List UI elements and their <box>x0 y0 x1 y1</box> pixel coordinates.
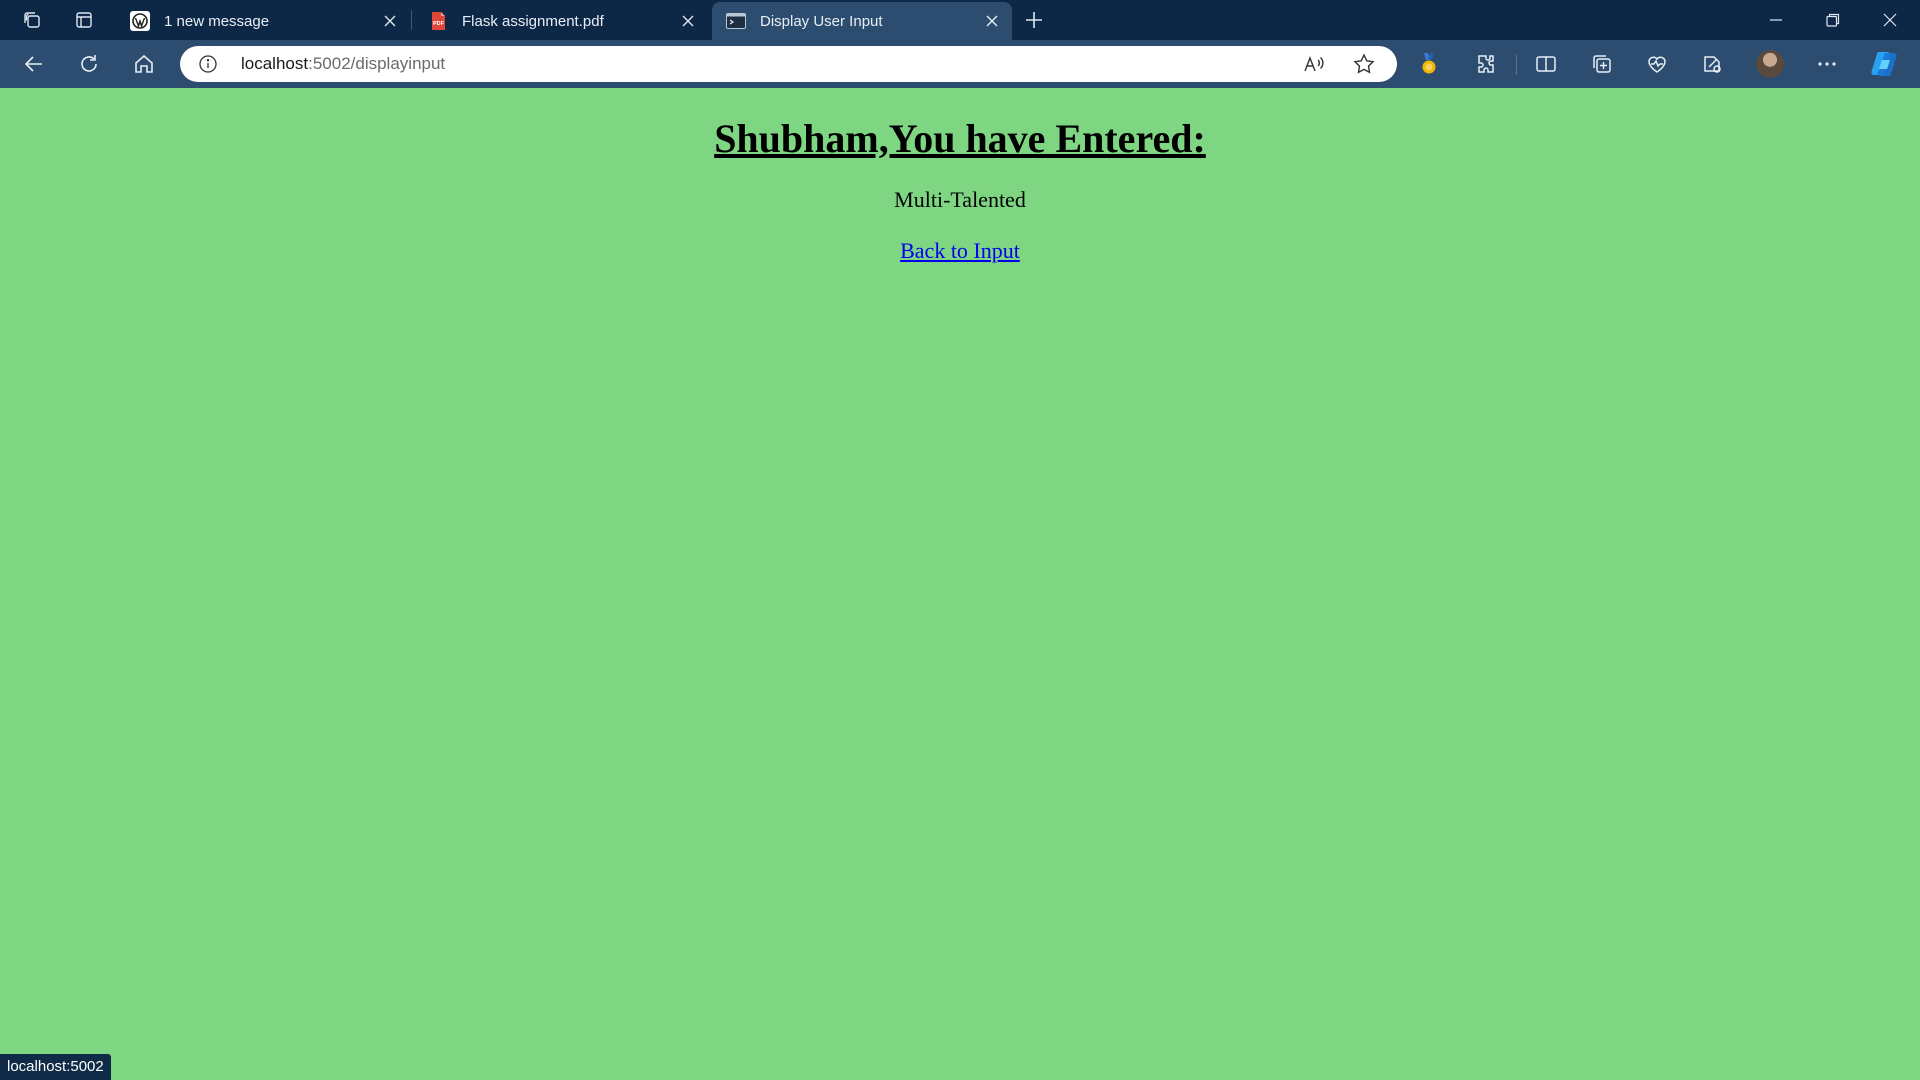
status-bar-url: localhost:5002 <box>0 1054 111 1080</box>
back-to-input-link[interactable]: Back to Input <box>900 238 1020 263</box>
back-link-container: Back to Input <box>0 238 1920 264</box>
tab-strip: 1 new message PDF Flask assignment.pdf D… <box>0 0 1920 40</box>
split-screen-icon[interactable] <box>1529 48 1563 80</box>
terminal-page-icon <box>726 11 746 31</box>
copilot-icon[interactable] <box>1868 48 1900 80</box>
rewards-medal-icon[interactable] <box>1412 48 1446 80</box>
url-path: :5002/displayinput <box>308 54 446 73</box>
home-button[interactable] <box>127 48 161 80</box>
close-tab-icon[interactable] <box>380 11 400 31</box>
close-tab-icon[interactable] <box>982 11 1002 31</box>
toolbar-separator <box>1516 55 1517 75</box>
refresh-button[interactable] <box>72 48 106 80</box>
url-host: localhost <box>241 54 309 73</box>
restore-button[interactable] <box>1805 0 1861 40</box>
back-button[interactable] <box>17 48 51 80</box>
tab-actions-icon[interactable] <box>68 6 100 34</box>
profile-avatar[interactable] <box>1756 50 1784 78</box>
browser-essentials-icon[interactable] <box>1640 48 1674 80</box>
tab-display-user-input[interactable]: Display User Input <box>712 2 1012 40</box>
close-tab-icon[interactable] <box>678 11 698 31</box>
read-aloud-icon[interactable] <box>1301 52 1327 76</box>
address-bar[interactable]: localhost:5002/displayinput <box>180 46 1397 82</box>
collections-icon[interactable] <box>1585 48 1619 80</box>
page-heading: Shubham,You have Entered: <box>714 116 1206 161</box>
entered-value: Multi-Talented <box>894 187 1026 212</box>
address-url: localhost:5002/displayinput <box>241 46 445 82</box>
workspaces-icon[interactable] <box>16 6 48 34</box>
page-content: Shubham,You have Entered: Multi-Talented… <box>0 88 1920 1080</box>
extensions-icon[interactable] <box>1469 48 1503 80</box>
tab-title: Flask assignment.pdf <box>462 12 604 30</box>
svg-text:PDF: PDF <box>433 21 445 27</box>
new-tab-button[interactable] <box>1020 6 1048 34</box>
minimize-button[interactable] <box>1748 0 1804 40</box>
tab-messages[interactable]: 1 new message <box>116 2 410 40</box>
more-options-icon[interactable] <box>1810 48 1844 80</box>
tab-title: Display User Input <box>760 12 883 30</box>
performance-icon[interactable] <box>1695 48 1729 80</box>
wordpress-icon <box>130 11 150 31</box>
tab-separator <box>411 10 412 30</box>
close-window-button[interactable] <box>1862 0 1918 40</box>
favorite-star-icon[interactable] <box>1351 52 1377 76</box>
browser-toolbar: localhost:5002/displayinput <box>0 40 1920 88</box>
pdf-icon: PDF <box>428 11 448 31</box>
tab-title: 1 new message <box>164 12 270 30</box>
tab-flask-pdf[interactable]: PDF Flask assignment.pdf <box>414 2 708 40</box>
site-info-icon[interactable] <box>198 54 218 74</box>
